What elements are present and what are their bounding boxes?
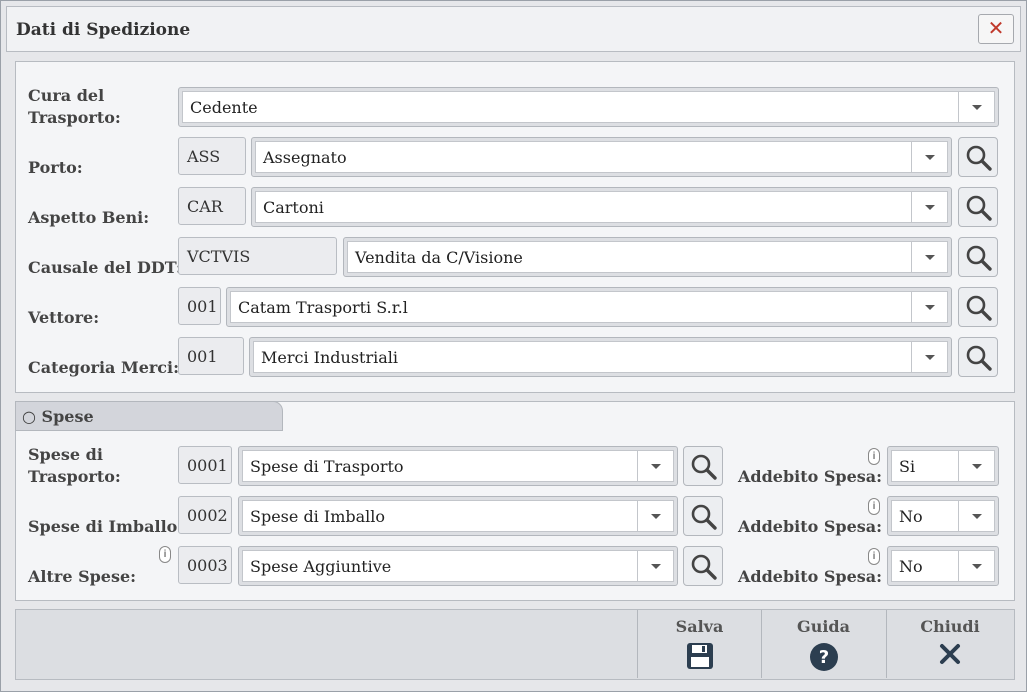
chevron-down-icon[interactable] [958,501,994,531]
dialog-title: Dati di Spedizione [16,20,191,40]
aspetto-search-button[interactable] [958,187,998,227]
spese-section-header[interactable]: ○ Spese [15,401,283,431]
altre-spese-search-button[interactable] [683,546,723,586]
spese-imballo-value: Spese di Imballo [250,507,386,526]
vettore-search-button[interactable] [958,287,998,327]
chevron-down-icon[interactable] [911,192,947,222]
aspetto-label: Aspetto Beni: [28,208,150,227]
cura-label: Cura del Trasporto: [28,86,121,127]
spese-trasporto-search-button[interactable] [683,446,723,486]
cura-select[interactable]: Cedente [178,87,999,127]
chiudi-label: Chiudi [920,617,980,636]
causale-value: Vendita da C/Visione [355,248,523,267]
porto-search-button[interactable] [958,137,998,177]
altre-spese-code[interactable]: 0003 [178,546,232,584]
chevron-down-icon[interactable] [958,451,994,481]
close-button[interactable]: ✕ [978,14,1014,44]
help-button[interactable]: Guida ? [761,610,885,678]
search-icon [966,245,992,271]
chevron-down-icon[interactable] [637,551,673,581]
chevron-down-icon[interactable] [958,92,994,122]
info-icon[interactable]: i [868,498,880,515]
save-button[interactable]: Salva [637,610,761,678]
categoria-value: Merci Industriali [261,348,399,367]
chevron-down-icon[interactable] [911,242,947,272]
chevron-down-icon[interactable] [911,292,947,322]
addebito-label: Addebito Spesa: [738,567,883,586]
floppy-disk-icon [686,643,713,669]
chiudi-button[interactable]: Chiudi [886,610,1013,678]
categoria-select[interactable]: Merci Industriali [249,337,952,377]
categoria-search-button[interactable] [958,337,998,377]
spese-section-title: ○ Spese [22,407,94,426]
search-icon [966,145,992,171]
vettore-code[interactable]: 001 [178,287,221,325]
info-icon[interactable]: i [868,448,880,465]
altre-spese-select[interactable]: Spese Aggiuntive [238,546,678,586]
spese-trasporto-code[interactable]: 0001 [178,446,232,484]
spese-imballo-select[interactable]: Spese di Imballo [238,496,678,536]
categoria-label: Categoria Merci: [28,358,180,377]
svg-text:?: ? [818,647,828,668]
spese-imballo-code[interactable]: 0002 [178,496,232,534]
porto-code[interactable]: ASS [178,137,246,175]
search-icon [966,295,992,321]
causale-code[interactable]: VCTVIS [178,237,337,275]
chevron-down-icon[interactable] [637,501,673,531]
spese-imballo-label: Spese di Imballo: [28,517,184,536]
spese-trasporto-label: Spese di Trasporto: [28,445,121,486]
addebito-label: Addebito Spesa: [738,467,883,486]
chevron-down-icon[interactable] [637,451,673,481]
spese-imballo-search-button[interactable] [683,496,723,536]
info-icon[interactable]: i [868,548,880,565]
question-circle-icon: ? [809,643,838,671]
vettore-select[interactable]: Catam Trasporti S.r.l [226,287,952,327]
aspetto-value: Cartoni [263,198,324,217]
cura-value: Cedente [190,98,258,117]
search-icon [966,195,992,221]
dialog-window: Dati di Spedizione ✕ Cura del Trasporto: … [0,0,1027,692]
causale-select[interactable]: Vendita da C/Visione [343,237,952,277]
search-icon [691,504,717,530]
aspetto-select[interactable]: Cartoni [251,187,952,227]
addebito-value: No [899,557,923,576]
chevron-down-icon[interactable] [958,551,994,581]
info-icon[interactable]: i [159,546,171,563]
addebito-select[interactable]: Si [887,446,999,486]
porto-value: Assegnato [263,148,347,167]
addebito-select[interactable]: No [887,496,999,536]
search-icon [966,345,992,371]
aspetto-code[interactable]: CAR [178,187,246,225]
categoria-code[interactable]: 001 [178,337,244,375]
chevron-down-icon[interactable] [911,342,947,372]
altre-spese-value: Spese Aggiuntive [250,557,392,576]
spese-trasporto-value: Spese di Trasporto [250,457,404,476]
vettore-value: Catam Trasporti S.r.l [238,298,408,317]
addebito-label: Addebito Spesa: [738,517,883,536]
x-icon [940,644,960,664]
search-icon [691,554,717,580]
search-icon [691,454,717,480]
porto-label: Porto: [28,158,83,177]
title-bar: Dati di Spedizione ✕ [6,6,1021,52]
addebito-select[interactable]: No [887,546,999,586]
spese-trasporto-select[interactable]: Spese di Trasporto [238,446,678,486]
causale-search-button[interactable] [958,237,998,277]
save-label: Salva [675,617,724,636]
addebito-value: Si [899,457,916,476]
porto-select[interactable]: Assegnato [251,137,952,177]
causale-label: Causale del DDT: [28,258,182,277]
addebito-value: No [899,507,923,526]
help-label: Guida [797,617,850,636]
altre-spese-label: Altre Spese: [28,567,137,586]
chevron-down-icon[interactable] [911,142,947,172]
vettore-label: Vettore: [28,308,100,327]
